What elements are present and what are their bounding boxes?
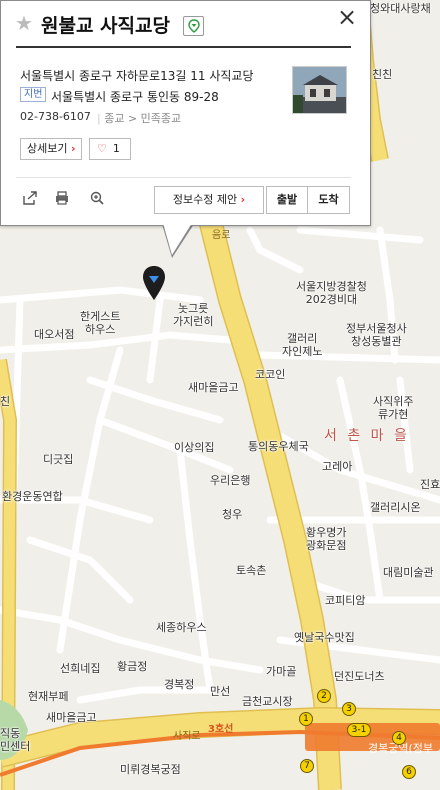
poi-label[interactable]: 금천교시장 bbox=[242, 695, 293, 708]
like-count: 1 bbox=[112, 142, 120, 155]
location-marker-icon[interactable] bbox=[142, 265, 166, 303]
subway-exit-icon[interactable]: 7 bbox=[300, 759, 314, 773]
heart-icon: ♡ bbox=[97, 142, 107, 155]
place-thumbnail[interactable] bbox=[292, 66, 347, 114]
poi-label[interactable]: 대오서점 bbox=[34, 328, 74, 341]
poi-label[interactable]: 선희네집 bbox=[60, 662, 100, 675]
poi-label[interactable]: 새마을금고 bbox=[188, 381, 239, 394]
poi-label[interactable]: 우리은행 bbox=[210, 474, 250, 487]
chevron-right-icon: › bbox=[70, 142, 76, 155]
poi-label[interactable]: 현재부페 bbox=[28, 690, 68, 703]
subway-exit-icon[interactable]: 1 bbox=[299, 712, 313, 726]
poi-label[interactable]: 대림미술관 bbox=[383, 566, 434, 579]
poi-label[interactable]: 황금정 bbox=[117, 660, 147, 673]
poi-label[interactable]: 한게스트 하우스 bbox=[80, 310, 120, 336]
like-button[interactable]: ♡ 1 bbox=[89, 138, 131, 160]
poi-label[interactable]: 던진도너츠 bbox=[334, 670, 385, 683]
poi-label[interactable]: 디긋집 bbox=[43, 453, 73, 466]
poi-label[interactable]: 청우 bbox=[222, 508, 242, 521]
detail-button-label: 상세보기 bbox=[27, 142, 68, 155]
route-to-button[interactable]: 도착 bbox=[307, 186, 350, 214]
popup-tail-inner bbox=[163, 223, 192, 255]
suggest-edit-label: 정보수정 제안 bbox=[172, 193, 238, 206]
poi-label[interactable]: 친 bbox=[0, 395, 10, 408]
poi-label[interactable]: 코코인 bbox=[255, 368, 285, 381]
jibun-address: 서울특별시 종로구 통인동 89-28 bbox=[51, 90, 219, 104]
print-icon[interactable] bbox=[53, 190, 71, 208]
section-divider bbox=[16, 177, 351, 178]
subway-exit-icon[interactable]: 6 bbox=[402, 765, 416, 779]
subway-exit-icon[interactable]: 3 bbox=[342, 702, 356, 716]
chevron-right-icon: › bbox=[240, 193, 246, 206]
poi-label[interactable]: 황우명가 광화문점 bbox=[306, 526, 346, 552]
share-icon[interactable] bbox=[21, 190, 39, 208]
poi-label[interactable]: 경복정 bbox=[164, 678, 194, 691]
poi-label[interactable]: 진효 bbox=[420, 478, 440, 491]
poi-label[interactable]: 세종하우스 bbox=[156, 621, 207, 634]
poi-label[interactable]: 만선 bbox=[210, 685, 230, 698]
poi-label[interactable]: 토속촌 bbox=[236, 564, 266, 577]
poi-label[interactable]: 옛날국수맛집 bbox=[294, 631, 355, 644]
suggest-edit-button[interactable]: 정보수정 제안 › bbox=[154, 186, 264, 214]
poi-label[interactable]: 갤러리 자인제노 bbox=[282, 332, 322, 358]
poi-label[interactable]: 청와대사랑채 bbox=[370, 2, 431, 15]
close-icon[interactable]: × bbox=[337, 5, 357, 29]
place-title[interactable]: 원불교 사직교당 bbox=[41, 11, 170, 38]
poi-label[interactable]: 이상의집 bbox=[174, 441, 214, 454]
road-label: 음로 bbox=[212, 230, 231, 241]
poi-label[interactable]: 친친 bbox=[372, 68, 392, 81]
poi-label[interactable]: 통의동우체국 bbox=[248, 440, 309, 453]
pin-icon bbox=[183, 16, 204, 36]
category-label: 종교 > 민족종교 bbox=[104, 112, 182, 125]
road-address: 서울특별시 종로구 자하문로13길 11 사직교당 bbox=[20, 69, 254, 83]
route-from-button[interactable]: 출발 bbox=[266, 186, 308, 214]
poi-label[interactable]: 서울지방경찰청 202경비대 bbox=[296, 280, 367, 306]
title-divider bbox=[16, 46, 351, 48]
poi-label[interactable]: 놋그릇 가지런히 bbox=[173, 302, 213, 328]
place-info-popup: ★ 원불교 사직교당 × 서울특별시 종로구 자하문로13길 11 사직교당 지… bbox=[0, 0, 371, 226]
district-label: 서 촌 마 을 bbox=[324, 428, 410, 444]
jibun-tag: 지번 bbox=[20, 87, 47, 102]
poi-label[interactable]: 환경운동연합 bbox=[2, 490, 63, 503]
poi-label[interactable]: 정부서울청사 창성동별관 bbox=[346, 322, 407, 348]
poi-label[interactable]: 코피티암 bbox=[325, 594, 365, 607]
poi-label[interactable]: 새마을금고 bbox=[46, 711, 97, 724]
phone-number[interactable]: 02-738-6107 bbox=[20, 110, 91, 123]
favorite-star-icon[interactable]: ★ bbox=[15, 11, 33, 35]
zoom-in-icon[interactable] bbox=[88, 190, 106, 208]
category-text: | 종교 > 민족종교 bbox=[97, 112, 182, 125]
poi-label[interactable]: 가마골 bbox=[266, 665, 296, 678]
poi-label[interactable]: 사직위주 류가현 bbox=[373, 395, 413, 421]
road-label: 사직로 bbox=[173, 731, 201, 742]
poi-label[interactable]: 미뤼경복궁점 bbox=[120, 763, 181, 776]
detail-button[interactable]: 상세보기 › bbox=[20, 138, 82, 160]
subway-exit-icon[interactable]: 4 bbox=[392, 731, 406, 745]
poi-label[interactable]: 직동 민센터 bbox=[0, 727, 30, 753]
subway-exit-icon[interactable]: 3-1 bbox=[347, 723, 371, 737]
poi-label[interactable]: 고레아 bbox=[322, 460, 352, 473]
subway-line-label: 3호선 bbox=[208, 724, 234, 735]
subway-exit-icon[interactable]: 2 bbox=[317, 689, 331, 703]
poi-label[interactable]: 갤러리시온 bbox=[370, 501, 421, 514]
